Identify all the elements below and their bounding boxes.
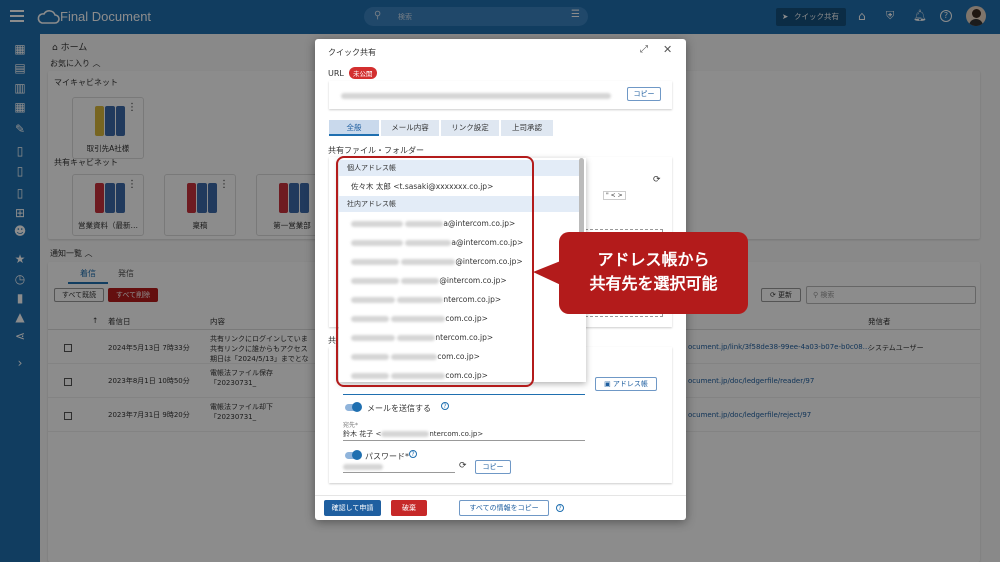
dropdown-highlight-frame — [336, 156, 534, 387]
help-icon[interactable]: ? — [441, 402, 449, 410]
recipient-input-underline[interactable] — [343, 387, 585, 395]
callout-line-1: アドレス帳から — [597, 250, 710, 269]
close-icon[interactable]: ✕ — [663, 43, 672, 56]
callout-line-2: 共有先を選択可能 — [589, 274, 718, 293]
tab-approval[interactable]: 上司承認 — [501, 120, 553, 136]
password-toggle[interactable] — [345, 450, 362, 460]
send-mail-toggle[interactable] — [345, 402, 362, 412]
password-copy-button[interactable]: コピー — [475, 460, 511, 474]
copy-all-button[interactable]: すべての情報をコピー — [459, 500, 549, 516]
regenerate-icon[interactable]: ⟳ — [459, 461, 467, 471]
refresh-icon[interactable]: ⟳ — [653, 175, 661, 185]
code-tag: " < > — [603, 191, 626, 200]
address-book-button[interactable]: ▣ アドレス帳 — [595, 377, 657, 391]
tab-link-settings[interactable]: リンク設定 — [441, 120, 499, 136]
send-mail-label: メールを送信する — [367, 404, 431, 413]
url-value-blurred — [341, 93, 611, 99]
password-field[interactable] — [343, 461, 455, 473]
dialog-title: クイック共有 — [328, 48, 376, 57]
url-copy-button[interactable]: コピー — [627, 87, 661, 101]
share-section-label: 共 — [328, 336, 336, 345]
help-icon[interactable]: ? — [409, 450, 417, 458]
expand-icon[interactable]: ⤢ — [640, 44, 648, 55]
tab-mail-content[interactable]: メール内容 — [381, 120, 439, 136]
url-label: URL — [328, 69, 344, 78]
discard-button[interactable]: 破棄 — [391, 500, 427, 516]
shared-files-label: 共有ファイル・フォルダー — [328, 146, 424, 155]
recipient-label: 宛先* — [343, 422, 359, 429]
tab-general[interactable]: 全般 — [329, 120, 379, 136]
url-card: コピー — [329, 81, 672, 109]
help-icon[interactable]: ? — [556, 504, 564, 512]
callout-box: アドレス帳から 共有先を選択可能 — [559, 232, 748, 314]
footer-divider — [315, 495, 686, 496]
contact-card-icon: ▣ — [604, 380, 611, 388]
recipient-field[interactable]: 鈴木 花子 < ntercom.co.jp> — [343, 429, 585, 441]
unpublished-badge: 未公開 — [349, 67, 377, 79]
confirm-button[interactable]: 確認して申請 — [324, 500, 381, 516]
